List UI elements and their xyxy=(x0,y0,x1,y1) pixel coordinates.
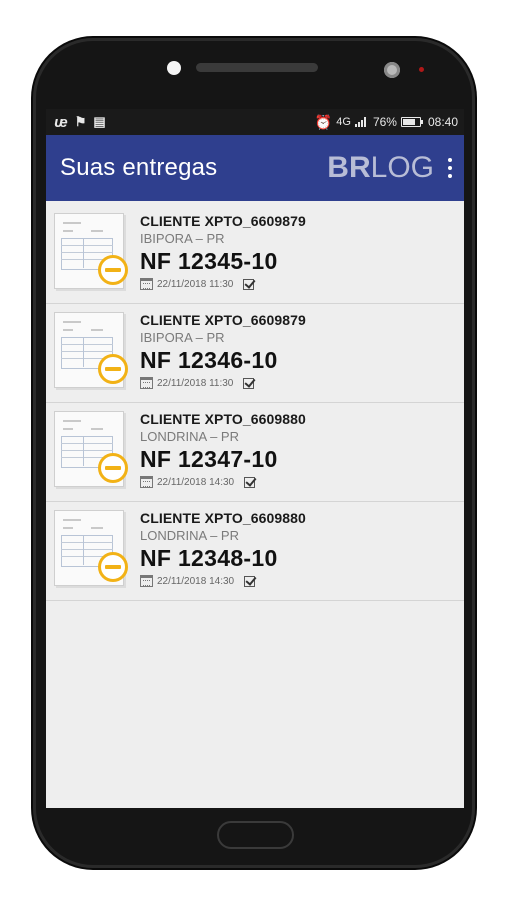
invoice-number: NF 12348-10 xyxy=(140,545,278,571)
checkbox-icon[interactable] xyxy=(243,377,255,389)
calendar-icon xyxy=(140,278,153,290)
invoice-thumbnail xyxy=(52,409,136,497)
invoice-number: NF 12346-10 xyxy=(140,347,278,373)
deliveries-list: CLIENTE XPTO_6609879 IBIPORA – PR NF 123… xyxy=(46,201,464,601)
client-name: CLIENTE XPTO_6609879 xyxy=(140,213,306,229)
network-type: 4G xyxy=(336,116,351,128)
more-options-icon[interactable] xyxy=(446,154,454,182)
screen: ᵫ ⚑ ▤ ⏰ 4G 76% 08:40 Suas entregas BR LOG xyxy=(46,109,464,808)
delivery-datetime: 22/11/2018 14:30 xyxy=(157,476,235,488)
client-city: LONDRINA – PR xyxy=(140,429,239,444)
pending-status-icon xyxy=(98,453,128,483)
delivery-datetime: 22/11/2018 11:30 xyxy=(157,278,234,290)
checkbox-icon[interactable] xyxy=(244,575,256,587)
u-app-icon: ᵫ xyxy=(54,113,68,131)
checkbox-icon[interactable] xyxy=(243,278,255,290)
invoice-thumbnail xyxy=(52,211,136,299)
status-bar: ᵫ ⚑ ▤ ⏰ 4G 76% 08:40 xyxy=(46,109,464,135)
client-city: LONDRINA – PR xyxy=(140,528,239,543)
invoice-number: NF 12345-10 xyxy=(140,248,278,274)
pending-status-icon xyxy=(98,552,128,582)
client-city: IBIPORA – PR xyxy=(140,231,225,246)
home-button[interactable] xyxy=(217,821,294,849)
earpiece-speaker xyxy=(196,63,318,72)
brlog-logo: BR LOG xyxy=(327,151,434,184)
delivery-list-item[interactable]: CLIENTE XPTO_6609880 LONDRINA – PR NF 12… xyxy=(46,502,464,601)
delivery-list-item[interactable]: CLIENTE XPTO_6609879 IBIPORA – PR NF 123… xyxy=(46,205,464,304)
message-icon: ▤ xyxy=(93,114,106,129)
delivery-list-item[interactable]: CLIENTE XPTO_6609879 IBIPORA – PR NF 123… xyxy=(46,304,464,403)
invoice-thumbnail xyxy=(52,310,136,398)
app-bar: Suas entregas BR LOG xyxy=(46,135,464,201)
calendar-icon xyxy=(140,377,153,389)
invoice-thumbnail xyxy=(52,508,136,596)
pending-status-icon xyxy=(98,354,128,384)
calendar-icon xyxy=(140,575,153,587)
checkbox-icon[interactable] xyxy=(244,476,256,488)
clock: 08:40 xyxy=(427,115,458,129)
battery-icon xyxy=(400,117,423,127)
battery-percent: 76% xyxy=(372,115,397,129)
client-name: CLIENTE XPTO_6609879 xyxy=(140,312,306,328)
signal-icon xyxy=(354,117,366,127)
page-title: Suas entregas xyxy=(60,154,218,181)
front-camera xyxy=(167,61,181,75)
delivery-datetime: 22/11/2018 11:30 xyxy=(157,377,234,389)
invoice-number: NF 12347-10 xyxy=(140,446,278,472)
client-name: CLIENTE XPTO_6609880 xyxy=(140,411,306,427)
notification-led xyxy=(419,67,424,72)
client-city: IBIPORA – PR xyxy=(140,330,225,345)
delivery-datetime: 22/11/2018 14:30 xyxy=(157,575,235,587)
pending-status-icon xyxy=(98,255,128,285)
alarm-icon: ⏰ xyxy=(314,113,333,130)
flag-icon: ⚑ xyxy=(74,114,87,129)
proximity-sensor xyxy=(384,62,400,78)
delivery-list-item[interactable]: CLIENTE XPTO_6609880 LONDRINA – PR NF 12… xyxy=(46,403,464,502)
client-name: CLIENTE XPTO_6609880 xyxy=(140,510,306,526)
calendar-icon xyxy=(140,476,153,488)
